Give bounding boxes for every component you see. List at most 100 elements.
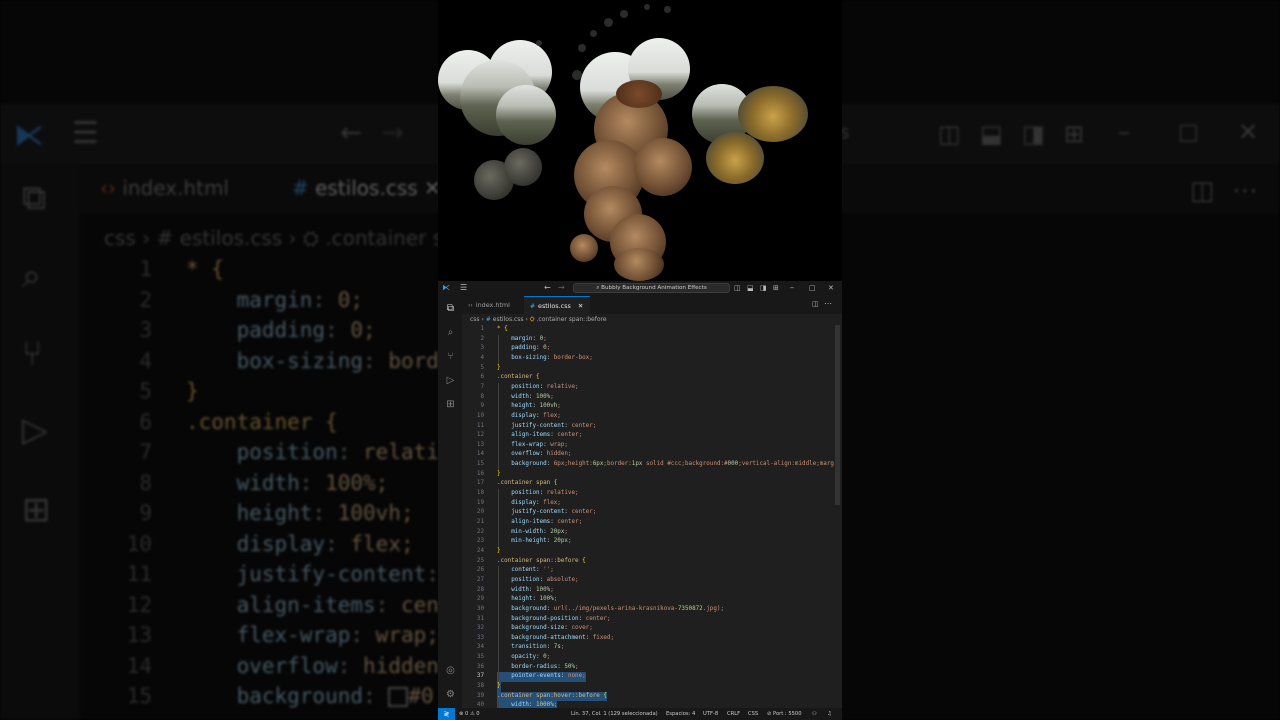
source-control-icon[interactable]: ⑂ xyxy=(444,350,457,363)
breadcrumb-folder[interactable]: css xyxy=(470,316,480,323)
problems-indicator[interactable]: ⊗ 0 ⚠ 0 xyxy=(459,708,480,720)
explorer-icon[interactable]: ⧉ xyxy=(444,302,457,315)
back-icon[interactable]: ← xyxy=(544,283,551,293)
code-line[interactable]: 10 display: flex; xyxy=(462,412,832,422)
code-line[interactable]: 15 background: 6px;height:6px;border:1px… xyxy=(462,460,842,470)
line-code: } xyxy=(497,682,501,692)
code-line[interactable]: 3 padding: 0; xyxy=(462,344,832,354)
encoding[interactable]: UTF-8 xyxy=(703,708,718,720)
copilot-icon[interactable]: ⚇ xyxy=(812,708,817,720)
command-center-search[interactable]: ⌕ Bubbly Background Animation Effects xyxy=(573,283,730,293)
run-debug-icon[interactable]: ▷ xyxy=(444,374,457,387)
code-line[interactable]: 40 width: 1000%; xyxy=(462,701,832,708)
code-line[interactable]: 23 min-height: 20px; xyxy=(462,537,832,547)
breadcrumb-file[interactable]: estilos.css xyxy=(493,316,524,323)
toggle-panel-icon[interactable]: ⬓ xyxy=(747,283,754,293)
code-line[interactable]: 24} xyxy=(462,547,832,557)
vscode-logo-icon: ⧔ xyxy=(442,283,450,292)
line-number: 21 xyxy=(476,519,484,525)
code-line[interactable]: 7 position: relative; xyxy=(462,383,832,393)
cursor-position[interactable]: Lín. 37, Col. 1 (129 seleccionada) xyxy=(571,708,658,720)
line-number: 34 xyxy=(476,644,484,651)
editor-tabs: ‹› index.html # estilos.css ✕ ◫ ⋯ xyxy=(462,296,842,314)
toggle-secondary-sidebar-icon[interactable]: ◨ xyxy=(760,283,767,293)
menu-icon[interactable]: ☰ xyxy=(460,283,467,293)
line-code: } xyxy=(497,470,501,477)
code-line[interactable]: 29 height: 100%; xyxy=(462,595,832,605)
more-actions-icon[interactable]: ⋯ xyxy=(824,299,832,308)
settings-gear-icon[interactable]: ⚙ xyxy=(444,688,457,701)
line-code: flex-wrap: wrap; xyxy=(511,441,568,448)
code-line[interactable]: 12 align-items: center; xyxy=(462,431,832,441)
code-line[interactable]: 37 pointer-events: none; xyxy=(462,672,832,683)
extensions-icon[interactable]: ⊞ xyxy=(444,398,457,411)
bubble xyxy=(738,86,808,142)
maximize-icon[interactable]: □ xyxy=(809,283,816,293)
tab-label: index.html xyxy=(475,301,510,309)
line-number: 5 xyxy=(480,364,484,371)
split-editor-icon[interactable]: ◫ xyxy=(812,300,819,308)
code-line[interactable]: 1 * { xyxy=(462,325,832,335)
notifications-bell-icon[interactable]: ♫ xyxy=(827,708,832,720)
minimize-icon[interactable]: – xyxy=(790,283,794,293)
code-line[interactable]: 21 align-items: center; xyxy=(462,518,832,528)
code-editor[interactable]: 1 * {2 margin: 0; 3 padding: 0; 4 box-sizin… xyxy=(462,325,842,708)
customize-layout-icon[interactable]: ⊞ xyxy=(773,283,779,293)
code-line[interactable]: 19 display: flex; xyxy=(462,499,832,509)
code-line[interactable]: 31 background-position: center; xyxy=(462,615,832,625)
code-line[interactable]: 32 background-size: cover; xyxy=(462,624,832,634)
code-line[interactable]: 14 overflow: hidden; xyxy=(462,450,832,460)
line-code: height: 100%; xyxy=(511,596,558,603)
bubble xyxy=(620,10,628,18)
code-line[interactable]: 33 background-attachment: fixed; xyxy=(462,634,832,644)
code-line[interactable]: 17 .container span { xyxy=(462,479,832,489)
code-line[interactable]: 4 box-sizing: border-box; xyxy=(462,354,832,364)
code-line[interactable]: 38} xyxy=(462,682,832,692)
toggle-sidebar-icon[interactable]: ◫ xyxy=(734,283,741,293)
line-code: } xyxy=(497,364,501,371)
code-line[interactable]: 18 position: relative; xyxy=(462,489,832,499)
tab-close-icon[interactable]: ✕ xyxy=(578,302,583,310)
code-line[interactable]: 27 position: absolute; xyxy=(462,576,832,586)
line-number: 31 xyxy=(476,615,484,622)
editor-scrollbar[interactable] xyxy=(834,325,842,708)
code-line[interactable]: 22 min-width: 20px; xyxy=(462,528,832,538)
end-of-line[interactable]: CRLF xyxy=(727,708,740,720)
bubble xyxy=(634,138,692,196)
search-view-icon[interactable]: ⌕ xyxy=(444,326,457,339)
code-line[interactable]: 35 opacity: 0; xyxy=(462,653,832,663)
code-line[interactable]: 5} xyxy=(462,364,832,374)
code-line[interactable]: 11 justify-content: center; xyxy=(462,422,832,432)
bubble xyxy=(664,6,671,13)
breadcrumb-symbol[interactable]: .container span::before xyxy=(537,316,607,323)
code-line[interactable]: 28 width: 100%; xyxy=(462,586,832,596)
code-line[interactable]: 6 .container { xyxy=(462,373,832,383)
live-server-port[interactable]: ⊘ Port : 5500 xyxy=(767,708,802,720)
close-icon[interactable]: ✕ xyxy=(828,283,834,293)
code-line[interactable]: 26 content: ''; xyxy=(462,566,832,576)
code-line[interactable]: 30 background: url(../img/pexels-arina-k… xyxy=(462,605,832,615)
tab-index-html[interactable]: ‹› index.html xyxy=(462,296,524,314)
forward-icon[interactable]: → xyxy=(558,283,565,293)
code-line[interactable]: 2 margin: 0; xyxy=(462,335,832,345)
code-line[interactable]: 8 width: 100%; xyxy=(462,393,832,403)
code-line[interactable]: 39 .container span:hover::before { xyxy=(462,691,832,702)
bubble xyxy=(570,234,598,262)
language-mode[interactable]: CSS xyxy=(748,708,758,720)
code-line[interactable]: 20 justify-content: center; xyxy=(462,508,832,518)
code-line[interactable]: 25 .container span::before { xyxy=(462,557,832,567)
tab-estilos-css[interactable]: # estilos.css ✕ xyxy=(524,296,590,314)
account-icon[interactable]: ◎ xyxy=(444,664,457,677)
code-line[interactable]: 16} xyxy=(462,470,832,480)
line-code: background-size: cover; xyxy=(511,625,593,632)
bubble xyxy=(578,44,586,52)
indent-guide xyxy=(498,701,499,708)
line-code: opacity: 0; xyxy=(511,654,551,661)
code-line[interactable]: 9 height: 100vh; xyxy=(462,402,832,412)
code-line[interactable]: 13 flex-wrap: wrap; xyxy=(462,441,832,451)
remote-indicator-icon[interactable]: ≷ xyxy=(438,708,455,720)
indentation[interactable]: Espacios: 4 xyxy=(666,708,695,720)
code-line[interactable]: 34 transition: 7s; xyxy=(462,643,832,653)
code-line[interactable]: 36 border-radius: 50%; xyxy=(462,663,832,673)
scrollbar-thumb[interactable] xyxy=(835,325,840,505)
